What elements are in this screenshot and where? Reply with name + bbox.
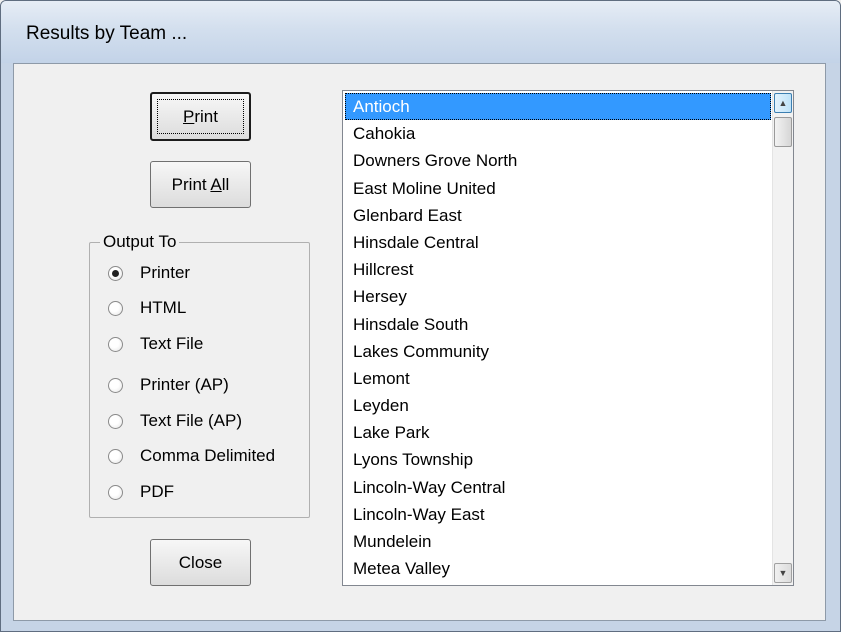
radio-circle-printer[interactable]: [108, 265, 123, 281]
list-item[interactable]: Lincoln-Way East: [345, 501, 771, 528]
team-list-items: Antioch Cahokia Downers Grove North East…: [345, 93, 771, 582]
focus-rectangle: [157, 99, 244, 134]
radio-html[interactable]: HTML: [108, 298, 186, 318]
list-item[interactable]: Leyden: [345, 392, 771, 419]
close-button[interactable]: Close: [150, 539, 251, 586]
radio-circle-text-file[interactable]: [108, 336, 123, 352]
list-item[interactable]: Glenbard East: [345, 202, 771, 229]
list-item[interactable]: Lake Park: [345, 419, 771, 446]
dialog-client-area: Print Print All Output To Printer HTML T…: [13, 63, 826, 621]
list-item[interactable]: Metea Valley: [345, 555, 771, 582]
scroll-thumb[interactable]: [774, 117, 792, 147]
list-item[interactable]: Mundelein: [345, 528, 771, 555]
radio-label-text-file-ap: Text File (AP): [140, 411, 243, 430]
print-all-label-rest: ll: [221, 174, 230, 194]
close-button-label: Close: [178, 552, 223, 572]
title-bar[interactable]: Results by Team ...: [1, 1, 840, 63]
radio-label-pdf: PDF: [140, 482, 174, 501]
list-item[interactable]: Lakes Community: [345, 338, 771, 365]
scroll-up-icon: ▲: [778, 98, 788, 108]
output-to-group: Output To Printer HTML Text File Printer…: [89, 232, 310, 518]
scroll-down-icon: ▼: [778, 568, 788, 578]
team-listbox[interactable]: Antioch Cahokia Downers Grove North East…: [342, 90, 794, 586]
window-title: Results by Team ...: [26, 23, 188, 44]
radio-printer[interactable]: Printer: [108, 263, 190, 283]
list-item[interactable]: Antioch: [345, 93, 771, 121]
vertical-scrollbar[interactable]: ▲ ▼: [772, 91, 793, 585]
radio-text-file-ap[interactable]: Text File (AP): [108, 411, 242, 431]
list-item[interactable]: Cahokia: [345, 120, 771, 147]
radio-label-text-file: Text File: [140, 334, 204, 353]
list-item[interactable]: Lyons Township: [345, 446, 771, 473]
radio-comma-delimited[interactable]: Comma Delimited: [108, 446, 275, 466]
list-item[interactable]: Hinsdale Central: [345, 229, 771, 256]
list-item[interactable]: East Moline United: [345, 175, 771, 202]
radio-circle-printer-ap[interactable]: [108, 377, 123, 393]
print-all-label-start: Print: [171, 174, 211, 194]
scroll-down-button[interactable]: ▼: [774, 563, 792, 583]
scroll-up-button[interactable]: ▲: [774, 93, 792, 113]
radio-pdf[interactable]: PDF: [108, 482, 174, 502]
radio-label-comma-delimited: Comma Delimited: [140, 446, 276, 465]
print-all-mnemonic: A: [210, 174, 222, 194]
list-item[interactable]: Hillcrest: [345, 256, 771, 283]
list-item[interactable]: Downers Grove North: [345, 147, 771, 174]
list-item[interactable]: Hersey: [345, 283, 771, 310]
print-all-button[interactable]: Print All: [150, 161, 251, 208]
radio-label-printer-ap: Printer (AP): [140, 375, 229, 394]
list-item[interactable]: Lincoln-Way Central: [345, 474, 771, 501]
output-to-legend: Output To: [100, 232, 180, 252]
radio-label-html: HTML: [140, 298, 187, 317]
list-item[interactable]: Hinsdale South: [345, 311, 771, 338]
list-item[interactable]: Lemont: [345, 365, 771, 392]
radio-label-printer: Printer: [140, 263, 191, 282]
radio-circle-comma-delimited[interactable]: [108, 448, 123, 464]
radio-circle-pdf[interactable]: [108, 484, 123, 500]
radio-circle-html[interactable]: [108, 300, 123, 316]
radio-text-file[interactable]: Text File: [108, 334, 203, 354]
radio-printer-ap[interactable]: Printer (AP): [108, 375, 229, 395]
print-all-button-label: Print All: [172, 175, 230, 195]
radio-circle-text-file-ap[interactable]: [108, 413, 123, 429]
print-button[interactable]: Print: [150, 92, 251, 141]
dialog-window: Results by Team ... Print Print All Outp…: [0, 0, 841, 632]
